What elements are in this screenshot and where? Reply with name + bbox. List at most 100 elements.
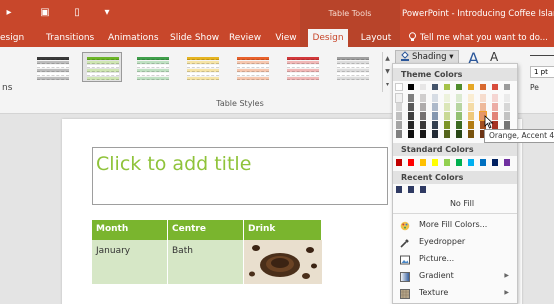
theme-shade-swatch[interactable] — [468, 130, 474, 138]
recent-color-swatch[interactable] — [396, 186, 402, 193]
theme-color-swatch[interactable] — [408, 84, 414, 90]
tell-me-box[interactable]: Tell me what you want to do... — [408, 29, 548, 47]
standard-color-swatch[interactable] — [456, 159, 462, 166]
standard-color-swatch[interactable] — [420, 159, 426, 166]
theme-shade-swatch[interactable] — [492, 103, 498, 111]
gallery-more-icon[interactable]: ▾ — [383, 78, 392, 91]
recent-color-swatch[interactable] — [420, 186, 426, 193]
no-fill-option[interactable]: No Fill — [400, 197, 516, 211]
table-header-cell[interactable]: Drink — [244, 220, 322, 240]
gallery-scroll[interactable]: ▲ ▼ ▾ — [382, 52, 392, 92]
table-style-option[interactable] — [182, 52, 222, 82]
theme-shade-swatch[interactable] — [456, 94, 462, 102]
theme-shade-swatch[interactable] — [504, 121, 510, 129]
theme-color-swatch[interactable] — [504, 84, 510, 90]
theme-shade-swatch[interactable] — [408, 121, 414, 129]
theme-color-swatch[interactable] — [432, 84, 438, 90]
theme-color-swatch[interactable] — [468, 84, 474, 90]
pen-style-line[interactable] — [530, 55, 554, 56]
standard-color-swatch[interactable] — [504, 159, 510, 166]
tab-design-main[interactable]: esign — [0, 29, 24, 47]
gallery-up-icon[interactable]: ▲ — [383, 52, 392, 65]
new-file-icon[interactable]: ▯ — [70, 6, 84, 20]
tab-table-layout[interactable]: Layout — [356, 29, 396, 47]
standard-color-swatch[interactable] — [480, 159, 486, 166]
table-header-cell[interactable]: Month — [92, 220, 168, 240]
standard-color-swatch[interactable] — [468, 159, 474, 166]
theme-shade-swatch[interactable] — [396, 112, 402, 120]
theme-color-swatch[interactable] — [444, 84, 450, 90]
theme-shade-swatch[interactable] — [444, 130, 450, 138]
theme-shade-swatch[interactable] — [480, 94, 486, 102]
theme-shade-swatch[interactable] — [444, 121, 450, 129]
standard-color-swatch[interactable] — [432, 159, 438, 166]
theme-shade-swatch[interactable] — [432, 103, 438, 111]
table-style-option[interactable] — [82, 52, 122, 82]
theme-shade-swatch[interactable] — [420, 94, 426, 102]
standard-color-swatch[interactable] — [492, 159, 498, 166]
tab-table-design[interactable]: Design — [308, 29, 348, 47]
theme-shade-swatch[interactable] — [456, 121, 462, 129]
theme-shade-swatch[interactable] — [444, 112, 450, 120]
theme-shade-swatch[interactable] — [420, 103, 426, 111]
menu-item[interactable]: More Fill Colors... — [393, 216, 517, 233]
table-style-option[interactable] — [282, 52, 322, 82]
table-style-option[interactable] — [32, 52, 72, 82]
menu-item[interactable]: Eyedropper — [393, 233, 517, 250]
theme-shade-swatch[interactable] — [468, 121, 474, 129]
standard-color-swatch[interactable] — [408, 159, 414, 166]
table-cell[interactable]: January — [92, 240, 168, 284]
theme-shade-swatch[interactable] — [504, 112, 510, 120]
table-style-option[interactable] — [232, 52, 272, 82]
coffee-image[interactable] — [244, 240, 322, 284]
save-icon[interactable]: ▣ — [38, 6, 52, 20]
theme-color-swatch[interactable] — [395, 83, 403, 91]
tab-view[interactable]: View — [272, 29, 300, 47]
shading-button[interactable]: Shading ▾ — [395, 50, 459, 64]
pen-weight-select[interactable]: 1 pt — [530, 66, 554, 78]
theme-shade-swatch[interactable] — [420, 121, 426, 129]
theme-shade-swatch[interactable] — [408, 112, 414, 120]
theme-shade-swatch[interactable] — [456, 130, 462, 138]
theme-color-swatch[interactable] — [480, 84, 486, 90]
theme-shade-swatch[interactable] — [408, 130, 414, 138]
tab-animations[interactable]: Animations — [108, 29, 159, 47]
table-style-option[interactable] — [332, 52, 372, 82]
theme-shade-swatch[interactable] — [468, 103, 474, 111]
theme-shade-swatch[interactable] — [468, 94, 474, 102]
theme-shade-swatch[interactable] — [432, 130, 438, 138]
theme-shade-swatch[interactable] — [444, 103, 450, 111]
pen-color-label[interactable]: Pe — [530, 83, 539, 92]
theme-shade-swatch[interactable] — [480, 103, 486, 111]
tab-review[interactable]: Review — [228, 29, 262, 47]
theme-shade-swatch[interactable] — [432, 121, 438, 129]
standard-color-swatch[interactable] — [396, 159, 402, 166]
theme-shade-swatch[interactable] — [408, 103, 414, 111]
theme-shade-swatch[interactable] — [395, 93, 403, 103]
theme-shade-swatch[interactable] — [432, 112, 438, 120]
theme-color-swatch[interactable] — [420, 84, 426, 90]
theme-shade-swatch[interactable] — [408, 94, 414, 102]
menu-item[interactable]: Texture ▶ — [393, 284, 517, 301]
theme-shade-swatch[interactable] — [396, 103, 402, 111]
theme-shade-swatch[interactable] — [396, 121, 402, 129]
theme-shade-swatch[interactable] — [504, 94, 510, 102]
theme-shade-swatch[interactable] — [396, 130, 402, 138]
theme-shade-swatch[interactable] — [504, 103, 510, 111]
menu-item[interactable]: Picture... — [393, 250, 517, 267]
theme-shade-swatch[interactable] — [468, 112, 474, 120]
theme-shade-swatch[interactable] — [420, 130, 426, 138]
theme-shade-swatch[interactable] — [492, 94, 498, 102]
gallery-down-icon[interactable]: ▼ — [383, 65, 392, 78]
tab-slide-show[interactable]: Slide Show — [170, 29, 219, 47]
app-icon[interactable]: ▸ — [2, 6, 16, 20]
title-placeholder[interactable]: Click to add title — [92, 147, 388, 205]
theme-shade-swatch[interactable] — [456, 103, 462, 111]
theme-shade-swatch[interactable] — [420, 112, 426, 120]
table-style-option[interactable] — [132, 52, 172, 82]
standard-color-swatch[interactable] — [444, 159, 450, 166]
table-cell[interactable]: Bath — [168, 240, 244, 284]
theme-shade-swatch[interactable] — [432, 94, 438, 102]
theme-color-swatch[interactable] — [456, 84, 462, 90]
theme-color-swatch[interactable] — [492, 84, 498, 90]
